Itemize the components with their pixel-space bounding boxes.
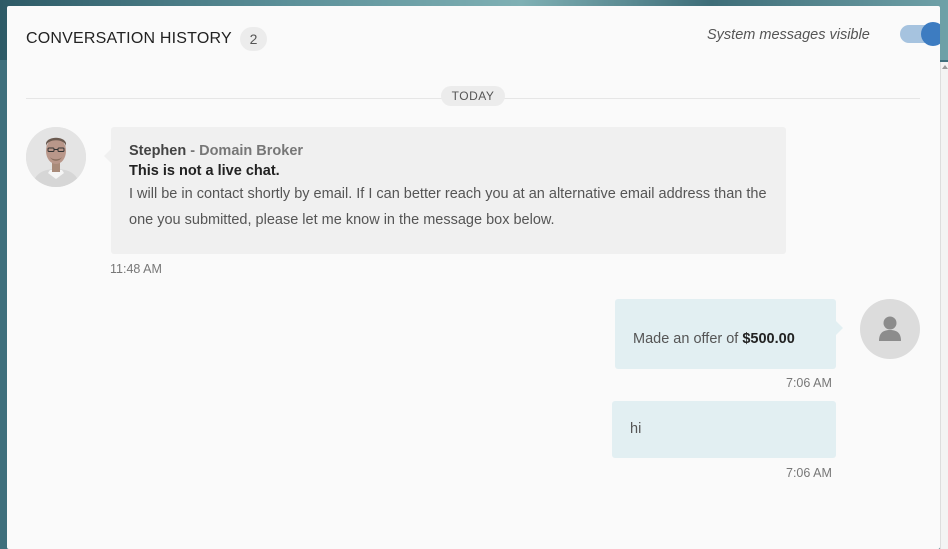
sender-name: Stephen — [129, 143, 187, 159]
user-avatar — [860, 299, 920, 359]
offer-message-bubble: Made an offer of $500.00 — [615, 299, 843, 369]
conversation-panel: CONVERSATION HISTORY 2 System messages v… — [7, 6, 940, 549]
agent-message-text: I will be in contact shortly by email. I… — [129, 186, 767, 228]
agent-avatar — [26, 127, 86, 187]
scrollbar[interactable] — [940, 62, 948, 549]
offer-prefix: Made an offer of — [633, 331, 743, 347]
offer-amount: $500.00 — [742, 331, 795, 347]
system-messages-label: System messages visible — [707, 27, 870, 43]
panel-title: CONVERSATION HISTORY — [26, 30, 232, 47]
user-silhouette-icon — [879, 316, 901, 341]
agent-message-bubble: Stephen - Domain Broker This is not a li… — [104, 127, 786, 254]
user-message-bubble: hi — [612, 401, 836, 458]
sender-role: Domain Broker — [199, 143, 304, 159]
sender-line: Stephen - Domain Broker — [129, 143, 768, 159]
user-message-text: hi — [630, 421, 642, 437]
toggle-knob[interactable] — [921, 22, 940, 46]
user-message-time: 7:06 AM — [786, 466, 832, 480]
sender-separator: - — [186, 143, 200, 159]
offer-message-time: 7:06 AM — [786, 376, 832, 390]
message-count-badge: 2 — [240, 27, 267, 51]
date-divider-label: TODAY — [441, 86, 505, 106]
scroll-up-icon[interactable] — [942, 65, 948, 69]
system-messages-toggle[interactable] — [900, 22, 940, 46]
not-live-chat-notice: This is not a live chat. — [129, 163, 280, 179]
agent-photo-icon — [26, 127, 86, 187]
agent-message-time: 11:48 AM — [110, 262, 162, 276]
